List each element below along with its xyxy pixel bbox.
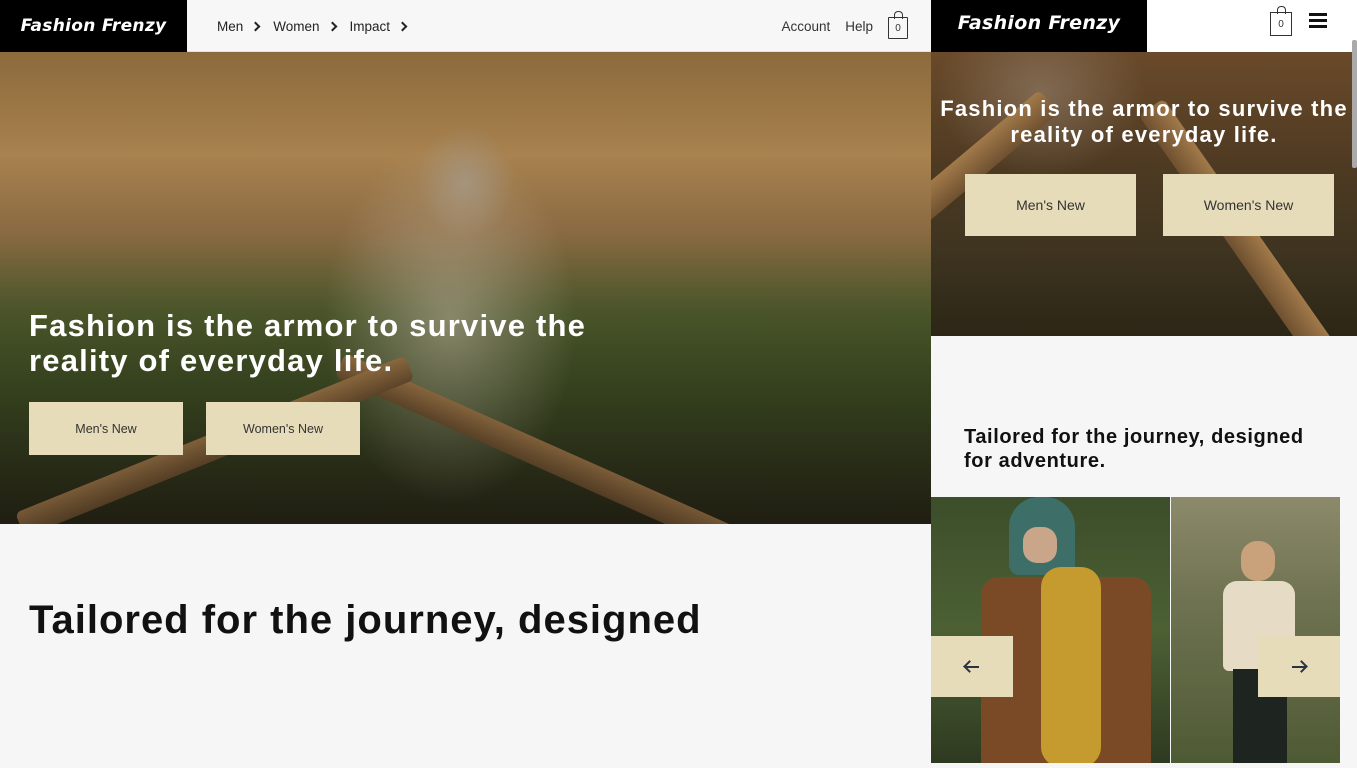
brand-logo-text: Fashion Frenzy [957, 12, 1121, 34]
brand-logo[interactable]: Fashion Frenzy [0, 0, 187, 52]
mobile-mens-new-button[interactable]: Men's New [965, 174, 1136, 236]
cart-count: 0 [895, 22, 901, 34]
hamburger-menu-icon[interactable] [1309, 13, 1327, 29]
brand-logo[interactable]: Fashion Frenzy [931, 0, 1147, 52]
hero-banner: Fashion is the armor to survive the real… [0, 52, 931, 524]
carousel-slide-mens[interactable] [931, 497, 1170, 763]
arrow-right-icon [1292, 665, 1306, 668]
model-figure [1041, 567, 1101, 763]
scrollbar[interactable] [1352, 40, 1357, 168]
nav-item-label: Impact [349, 18, 391, 34]
mens-new-button[interactable]: Men's New [29, 402, 183, 455]
nav-item-label: Women [273, 18, 320, 34]
carousel-prev-button[interactable] [931, 636, 1013, 697]
section-tagline: Tailored for the journey, designed [29, 598, 702, 642]
nav-item-impact[interactable]: Impact [349, 18, 408, 34]
product-carousel [931, 497, 1340, 763]
help-link[interactable]: Help [845, 19, 873, 34]
arrow-left-icon [965, 665, 979, 668]
mobile-header: Fashion Frenzy 0 [931, 0, 1357, 52]
site-header: Fashion Frenzy Men Women Impact Account … [0, 0, 931, 52]
shopping-bag-icon[interactable]: 0 [1270, 6, 1292, 36]
nav-item-men[interactable]: Men [217, 18, 261, 34]
mobile-womens-new-button[interactable]: Women's New [1163, 174, 1334, 236]
chevron-right-icon [327, 21, 337, 31]
hero-title: Fashion is the armor to survive the real… [29, 308, 587, 378]
mobile-hero-banner: Fashion is the armor to survive the real… [931, 52, 1357, 336]
mobile-view: Fashion Frenzy 0 Fashion is the armor to… [931, 0, 1357, 768]
cart-count: 0 [1278, 18, 1284, 30]
nav-item-label: Men [217, 18, 244, 34]
chevron-right-icon [250, 21, 261, 31]
model-figure [1023, 527, 1057, 563]
carousel-next-button[interactable] [1258, 636, 1340, 697]
account-link[interactable]: Account [781, 19, 830, 34]
desktop-view: Fashion Frenzy Men Women Impact Account … [0, 0, 931, 768]
shopping-bag-icon[interactable]: 0 [888, 11, 908, 39]
womens-new-button[interactable]: Women's New [206, 402, 360, 455]
mobile-hero-title: Fashion is the armor to survive the real… [940, 96, 1348, 147]
carousel-slide-womens[interactable] [1171, 497, 1340, 763]
model-figure [1241, 541, 1275, 581]
mobile-section-tagline: Tailored for the journey, designed for a… [964, 426, 1304, 472]
brand-logo-text: Fashion Frenzy [20, 16, 167, 36]
main-nav: Men Women Impact [217, 0, 408, 52]
chevron-right-icon [397, 21, 408, 31]
utility-nav: Account Help 0 [781, 0, 908, 52]
nav-item-women[interactable]: Women [273, 18, 337, 34]
